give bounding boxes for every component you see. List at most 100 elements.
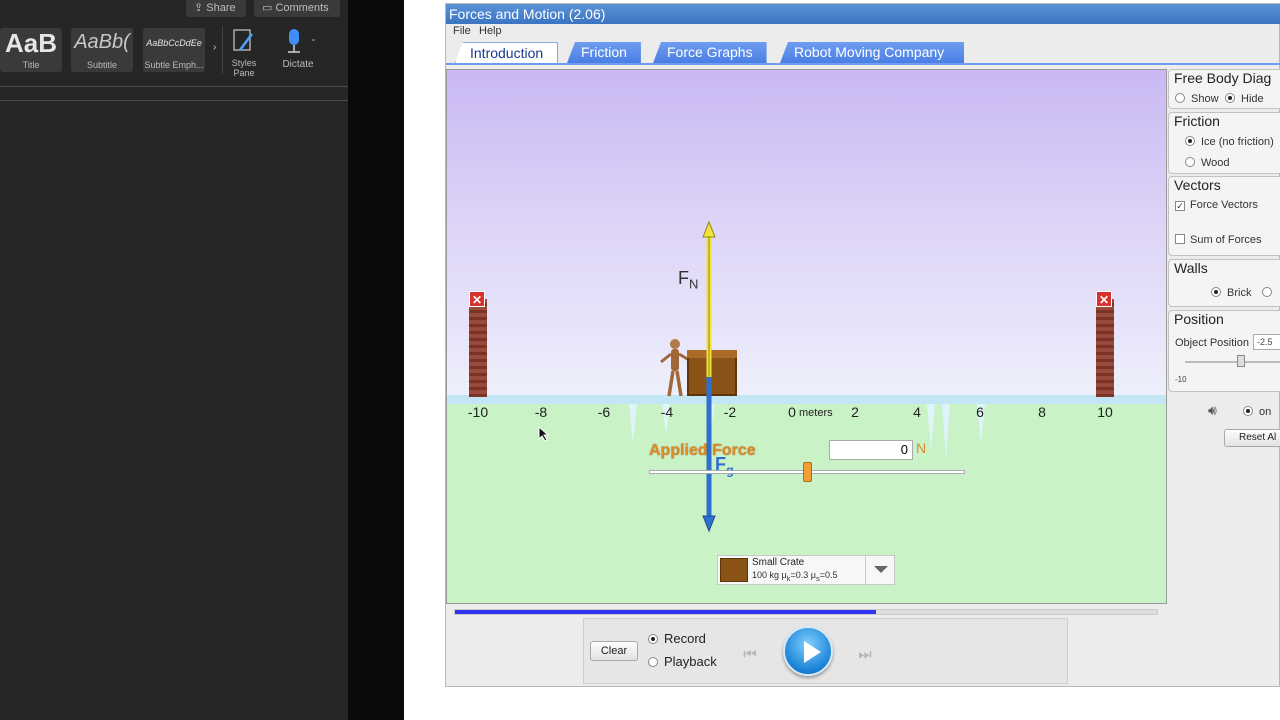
object-specs: 100 kg μk=0.3 μs=0.5 (752, 570, 838, 583)
forces-motion-window: Forces and Motion (2.06) File Help Intro… (445, 3, 1280, 687)
reset-all-button[interactable]: Reset Al (1224, 429, 1280, 447)
window-title: Forces and Motion (2.06) (446, 4, 1280, 24)
window-gap (348, 0, 404, 720)
styles-pane-icon (233, 29, 253, 51)
force-vectors-checkbox[interactable]: ✓ Force Vectors (1175, 199, 1258, 211)
gravity-force-label: Fg (715, 454, 734, 478)
playback-progress-fill (455, 610, 876, 614)
friction-ice-label: Ice (no friction) (1201, 136, 1274, 148)
applied-force-unit: N (916, 440, 927, 456)
styles-pane-label: Styles Pane (231, 58, 257, 78)
record-label: Record (664, 631, 706, 646)
friction-panel: Friction Ice (no friction) Wood (1168, 112, 1280, 174)
friction-title: Friction (1174, 113, 1220, 129)
applied-force-input[interactable]: 0 (829, 440, 913, 460)
vectors-title: Vectors (1174, 177, 1221, 193)
menu-file[interactable]: File (453, 25, 471, 37)
object-mu-k: =0.3 (790, 570, 809, 580)
playback-radio-dot[interactable] (648, 657, 658, 667)
force-vectors-check-icon[interactable]: ✓ (1175, 201, 1185, 211)
styles-pane-button[interactable]: Styles Pane (228, 28, 260, 80)
normal-force-arrowhead (702, 220, 716, 238)
record-radio[interactable]: Record (648, 631, 706, 646)
styles-more-chevron-icon[interactable]: › (213, 42, 216, 53)
fbd-hide-label: Hide (1241, 93, 1264, 105)
playback-label: Playback (664, 654, 717, 669)
tab-robot-moving-company[interactable]: Robot Moving Company (780, 42, 965, 63)
microphone-icon (288, 29, 300, 53)
speaker-icon[interactable]: 🔊︎ (1208, 402, 1217, 419)
fbd-title: Free Body Diag (1174, 70, 1272, 86)
object-name: Small Crate (752, 557, 805, 568)
normal-force-letter: F (678, 268, 689, 288)
tab-friction[interactable]: Friction (567, 42, 641, 63)
clear-button[interactable]: Clear (590, 641, 638, 661)
friction-ice-dot[interactable] (1185, 136, 1195, 146)
ribbon-separator-lower (0, 100, 348, 101)
tab-underline (446, 63, 1280, 65)
friction-wood-radio[interactable]: Wood (1185, 156, 1230, 169)
style-subtle-name: Subtle Emph... (144, 60, 204, 70)
applied-force-label: Applied Force (649, 442, 756, 459)
walls-brick-radio[interactable]: Brick (1211, 286, 1251, 299)
ribbon-divider (222, 26, 223, 74)
normal-force-subscript: N (689, 276, 699, 292)
word-ribbon-pane: ⇪ Share ▭ Comments AaB Title AaBb( Subti… (0, 0, 348, 720)
record-radio-dot[interactable] (648, 634, 658, 644)
position-slider-min-label: -10 (1175, 375, 1187, 384)
applied-force-slider-thumb[interactable] (803, 462, 812, 482)
position-title: Position (1174, 311, 1224, 327)
fbd-show-radio[interactable]: Show (1175, 92, 1219, 105)
walls-title: Walls (1174, 260, 1208, 276)
object-position-label: Object Position (1175, 337, 1249, 349)
friction-wood-dot[interactable] (1185, 157, 1195, 167)
style-subtitle-preview: AaBb( (74, 31, 130, 53)
style-subtle-emphasis-tile[interactable]: AaBbCcDdEe Subtle Emph... (143, 28, 205, 72)
friction-ice-radio[interactable]: Ice (no friction) (1185, 135, 1274, 148)
sum-of-forces-box[interactable] (1175, 234, 1185, 244)
tab-force-graphs[interactable]: Force Graphs (653, 42, 767, 63)
ribbon-separator (0, 86, 348, 87)
sound-on-radio[interactable]: on (1243, 405, 1271, 418)
menu-help[interactable]: Help (479, 25, 502, 37)
walls-other-radio[interactable] (1262, 286, 1278, 299)
comments-button[interactable]: ▭ Comments (254, 0, 340, 17)
sound-on-label: on (1259, 406, 1272, 418)
gravity-force-arrowhead (702, 515, 716, 533)
sound-on-dot[interactable] (1243, 406, 1253, 416)
playback-radio[interactable]: Playback (648, 654, 717, 669)
menu-bar: File Help (446, 24, 1280, 40)
free-body-diagram-panel: Free Body Diag Show Hide (1168, 69, 1280, 109)
sum-of-forces-checkbox[interactable]: Sum of Forces (1175, 233, 1262, 246)
walls-other-dot[interactable] (1262, 287, 1272, 297)
play-button[interactable] (783, 626, 833, 676)
normal-force-label: FN (678, 268, 698, 292)
fbd-show-dot[interactable] (1175, 93, 1185, 103)
rewind-icon[interactable]: ⏮ (734, 644, 766, 666)
style-title-preview: AaB (4, 28, 57, 58)
friction-wood-label: Wood (1201, 157, 1230, 169)
play-area: ✕ ✕ -10 -8 -6 -4 -2 0 meters 2 4 6 8 10 (446, 69, 1167, 604)
fbd-hide-radio[interactable]: Hide (1225, 92, 1264, 105)
play-icon (804, 641, 821, 663)
walls-panel: Walls Brick (1168, 259, 1280, 307)
dictate-button[interactable]: ⌄ Dictate (276, 28, 322, 74)
dictate-dropdown-chevron-icon[interactable]: ⌄ (310, 34, 317, 43)
object-position-input[interactable]: -2.5 (1253, 334, 1280, 350)
style-subtitle-tile[interactable]: AaBb( Subtitle (71, 28, 133, 72)
playback-progress-bar[interactable] (454, 609, 1158, 615)
fbd-hide-dot[interactable] (1225, 93, 1235, 103)
position-slider-thumb[interactable] (1237, 355, 1245, 367)
object-selector[interactable]: Small Crate 100 kg μk=0.3 μs=0.5 (717, 555, 895, 585)
position-panel: Position Object Position -2.5 -10 (1168, 310, 1280, 392)
crate-thumbnail-icon (720, 558, 748, 582)
dropdown-arrow-icon[interactable] (874, 566, 888, 573)
position-slider[interactable] (1185, 361, 1280, 363)
walls-brick-dot[interactable] (1211, 287, 1221, 297)
comment-icon: ▭ (262, 2, 276, 14)
tab-introduction[interactable]: Introduction (455, 42, 559, 63)
style-title-tile[interactable]: AaB Title (0, 28, 62, 72)
share-button[interactable]: ⇪ Share (186, 0, 246, 17)
object-mu-s: =0.5 (819, 570, 838, 580)
step-forward-icon[interactable]: ⏭ (849, 644, 881, 666)
